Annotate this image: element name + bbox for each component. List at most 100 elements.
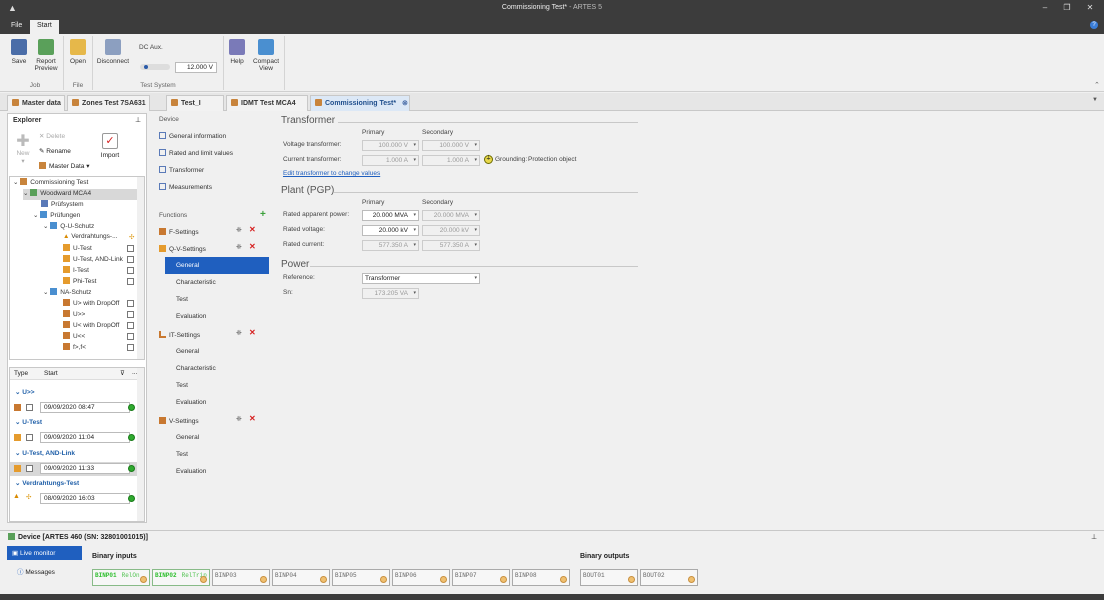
edit-transformer-link[interactable]: Edit transformer to change values xyxy=(283,170,380,177)
open-button[interactable]: Open xyxy=(67,39,89,65)
settings-icon[interactable]: ❈ xyxy=(236,226,242,234)
history-row[interactable]: 09/09/2020 11:04 xyxy=(10,431,140,445)
help-button[interactable]: Help xyxy=(227,39,247,65)
import-button[interactable]: ✓ Import xyxy=(99,133,121,159)
collapse-ribbon-icon[interactable]: ⌃ xyxy=(1094,81,1100,89)
nav-qv-evaluation[interactable]: Evaluation xyxy=(176,313,206,320)
tree-scrollbar[interactable] xyxy=(137,177,144,359)
delete-button[interactable]: ✕ Delete xyxy=(39,132,65,140)
history-row[interactable]: ▲ ✣ 08/09/2020 16:03 xyxy=(10,492,140,506)
tree-node[interactable]: Prüfsystem xyxy=(41,200,84,211)
ct-secondary-input[interactable]: 1.000 A ▾ xyxy=(422,155,480,166)
nav-v-evaluation[interactable]: Evaluation xyxy=(176,468,206,475)
nav-it-settings[interactable]: IT-Settings xyxy=(159,331,200,339)
history-group[interactable]: ⌄ U-Test xyxy=(15,418,42,426)
sn-input[interactable]: 173.205 VA ▾ xyxy=(362,288,419,299)
nav-transformer[interactable]: Transformer xyxy=(159,166,204,174)
restore-icon[interactable]: ❐ xyxy=(1057,3,1077,12)
delete-function-icon[interactable]: ✕ xyxy=(249,225,256,234)
nav-qv-settings[interactable]: Q-V-Settings xyxy=(159,245,206,253)
tree-node[interactable]: ⌄ Commissioning Test xyxy=(13,178,88,189)
tab-idmt-test[interactable]: IDMT Test MCA4 xyxy=(226,95,308,111)
rated-voltage-primary-input[interactable]: 20.000 kV ▾ xyxy=(362,225,419,236)
rated-voltage-secondary-input[interactable]: 20.000 kV ▾ xyxy=(422,225,480,236)
tree-node[interactable]: ⌄ Prüfungen xyxy=(33,211,80,222)
minimize-icon[interactable]: – xyxy=(1035,3,1055,12)
nav-rated-limit-values[interactable]: Rated and limit values xyxy=(159,149,233,157)
close-icon[interactable]: ✕ xyxy=(1080,3,1100,12)
history-group[interactable]: ⌄ Verdrahtungs-Test xyxy=(15,479,79,487)
vt-primary-input[interactable]: 100.000 V ▾ xyxy=(362,140,419,151)
close-tab-icon[interactable]: ⊗ xyxy=(402,100,408,107)
pin-icon[interactable]: ⊥ xyxy=(1091,533,1097,541)
tree-node[interactable]: U>> xyxy=(63,310,143,321)
delete-function-icon[interactable]: ✕ xyxy=(249,414,256,423)
settings-icon[interactable]: ❈ xyxy=(236,415,242,423)
menu-file[interactable]: File xyxy=(4,20,29,34)
col-start[interactable]: Start xyxy=(44,370,58,377)
nav-general-information[interactable]: General information xyxy=(159,132,226,140)
nav-it-evaluation[interactable]: Evaluation xyxy=(176,399,206,406)
nav-it-test[interactable]: Test xyxy=(176,382,188,389)
tree-node[interactable]: U<< xyxy=(63,332,143,343)
compact-view-button[interactable]: Compact View xyxy=(252,39,280,72)
reference-select[interactable]: Transformer ▾ xyxy=(362,273,480,284)
settings-icon[interactable]: ❈ xyxy=(236,329,242,337)
history-row[interactable]: 09/09/2020 08:47 xyxy=(10,401,140,415)
nav-v-general[interactable]: General xyxy=(176,434,199,441)
tree-node[interactable]: ⌄ NA-Schutz xyxy=(43,288,91,299)
nav-v-settings[interactable]: V-Settings xyxy=(159,417,199,425)
disconnect-button[interactable]: Disconnect xyxy=(96,39,130,65)
save-button[interactable]: Save xyxy=(8,39,30,65)
pin-icon[interactable]: ⊥ xyxy=(135,116,141,124)
tree-node[interactable]: U> with DropOff xyxy=(63,299,143,310)
master-data-button[interactable]: Master Data ▾ xyxy=(39,162,89,170)
tree-node[interactable]: Phi-Test xyxy=(63,277,143,288)
filter-icon[interactable]: ⊽ xyxy=(120,369,125,377)
help-icon[interactable]: ? xyxy=(1090,21,1098,29)
tab-commissioning-test[interactable]: Commissioning Test* ⊗ xyxy=(310,95,410,111)
vt-secondary-input[interactable]: 100.000 V ▾ xyxy=(422,140,480,151)
new-button[interactable]: ✚ New ▾ xyxy=(13,134,33,168)
history-group[interactable]: ⌄ U>> xyxy=(15,388,35,396)
live-monitor-tab[interactable]: ▣ Live monitor xyxy=(7,546,82,560)
nav-qv-characteristic[interactable]: Characteristic xyxy=(176,279,216,286)
nav-it-characteristic[interactable]: Characteristic xyxy=(176,365,216,372)
tree-node[interactable]: U-Test xyxy=(63,244,143,255)
tree-node[interactable]: I-Test xyxy=(63,266,143,277)
dc-aux-value-input[interactable]: 12.000 V xyxy=(175,62,217,73)
tree-node[interactable]: U< with DropOff xyxy=(63,321,143,332)
tab-list-dropdown-icon[interactable]: ▼ xyxy=(1092,97,1098,103)
nav-it-general[interactable]: General xyxy=(176,348,199,355)
tree-node[interactable]: f>,f< xyxy=(63,343,143,354)
col-type[interactable]: Type xyxy=(14,370,28,377)
menu-start[interactable]: Start xyxy=(30,20,59,34)
report-preview-button[interactable]: Report Preview xyxy=(34,39,58,72)
nav-qv-general-selected[interactable]: General xyxy=(165,257,269,274)
rename-button[interactable]: ✎ Rename xyxy=(39,147,71,155)
delete-function-icon[interactable]: ✕ xyxy=(249,328,256,337)
ct-primary-input[interactable]: 1.000 A ▾ xyxy=(362,155,419,166)
settings-icon[interactable]: ❈ xyxy=(236,243,242,251)
messages-tab[interactable]: ⓘ Messages xyxy=(17,566,55,576)
history-row-selected[interactable]: 09/09/2020 11:33 xyxy=(10,462,140,476)
nav-v-test[interactable]: Test xyxy=(176,451,188,458)
nav-qv-test[interactable]: Test xyxy=(176,296,188,303)
delete-function-icon[interactable]: ✕ xyxy=(249,242,256,251)
nav-measurements[interactable]: Measurements xyxy=(159,183,212,191)
rated-current-primary-input[interactable]: 577.350 A ▾ xyxy=(362,240,419,251)
tab-master-data[interactable]: Master data xyxy=(7,95,65,111)
rated-apparent-power-secondary-input[interactable]: 20.000 MVA ▾ xyxy=(422,210,480,221)
nav-f-settings[interactable]: F-Settings xyxy=(159,228,199,236)
rated-current-secondary-input[interactable]: 577.350 A ▾ xyxy=(422,240,480,251)
tree-node-selected[interactable]: ⌄ Woodward MCA4 xyxy=(23,189,141,200)
add-function-icon[interactable]: + xyxy=(260,209,266,220)
tree-node[interactable]: ⌄ Q-U-Schutz xyxy=(43,222,94,233)
history-scrollbar[interactable] xyxy=(137,368,144,521)
rated-apparent-power-primary-input[interactable]: 20.000 MVA ▾ xyxy=(362,210,419,221)
slider-knob[interactable] xyxy=(144,65,148,69)
tree-node[interactable]: U-Test, AND-Link xyxy=(63,255,143,266)
tree-node[interactable]: ▲ Verdrahtungs-... ✣ xyxy=(63,233,134,244)
tab-zones-test[interactable]: Zones Test 7SA631 xyxy=(67,95,150,111)
tab-test-i[interactable]: Test_I xyxy=(166,95,224,111)
